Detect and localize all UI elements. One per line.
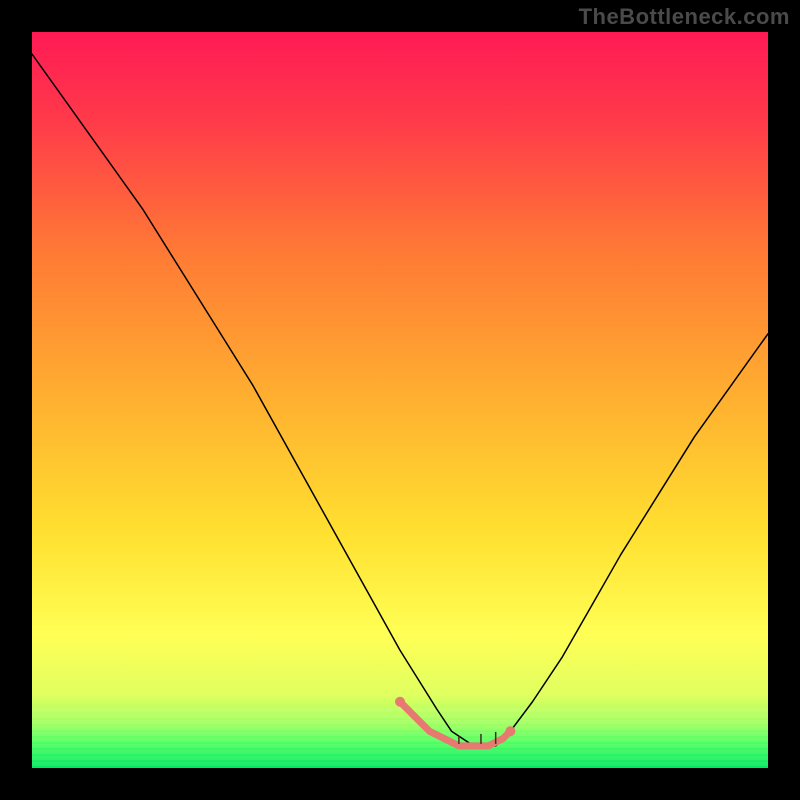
bottleneck-chart xyxy=(0,0,800,800)
highlight-endpoint xyxy=(505,726,515,736)
chart-container: TheBottleneck.com xyxy=(0,0,800,800)
watermark-text: TheBottleneck.com xyxy=(579,4,790,30)
plot-background xyxy=(32,32,768,768)
highlight-endpoint xyxy=(395,697,405,707)
